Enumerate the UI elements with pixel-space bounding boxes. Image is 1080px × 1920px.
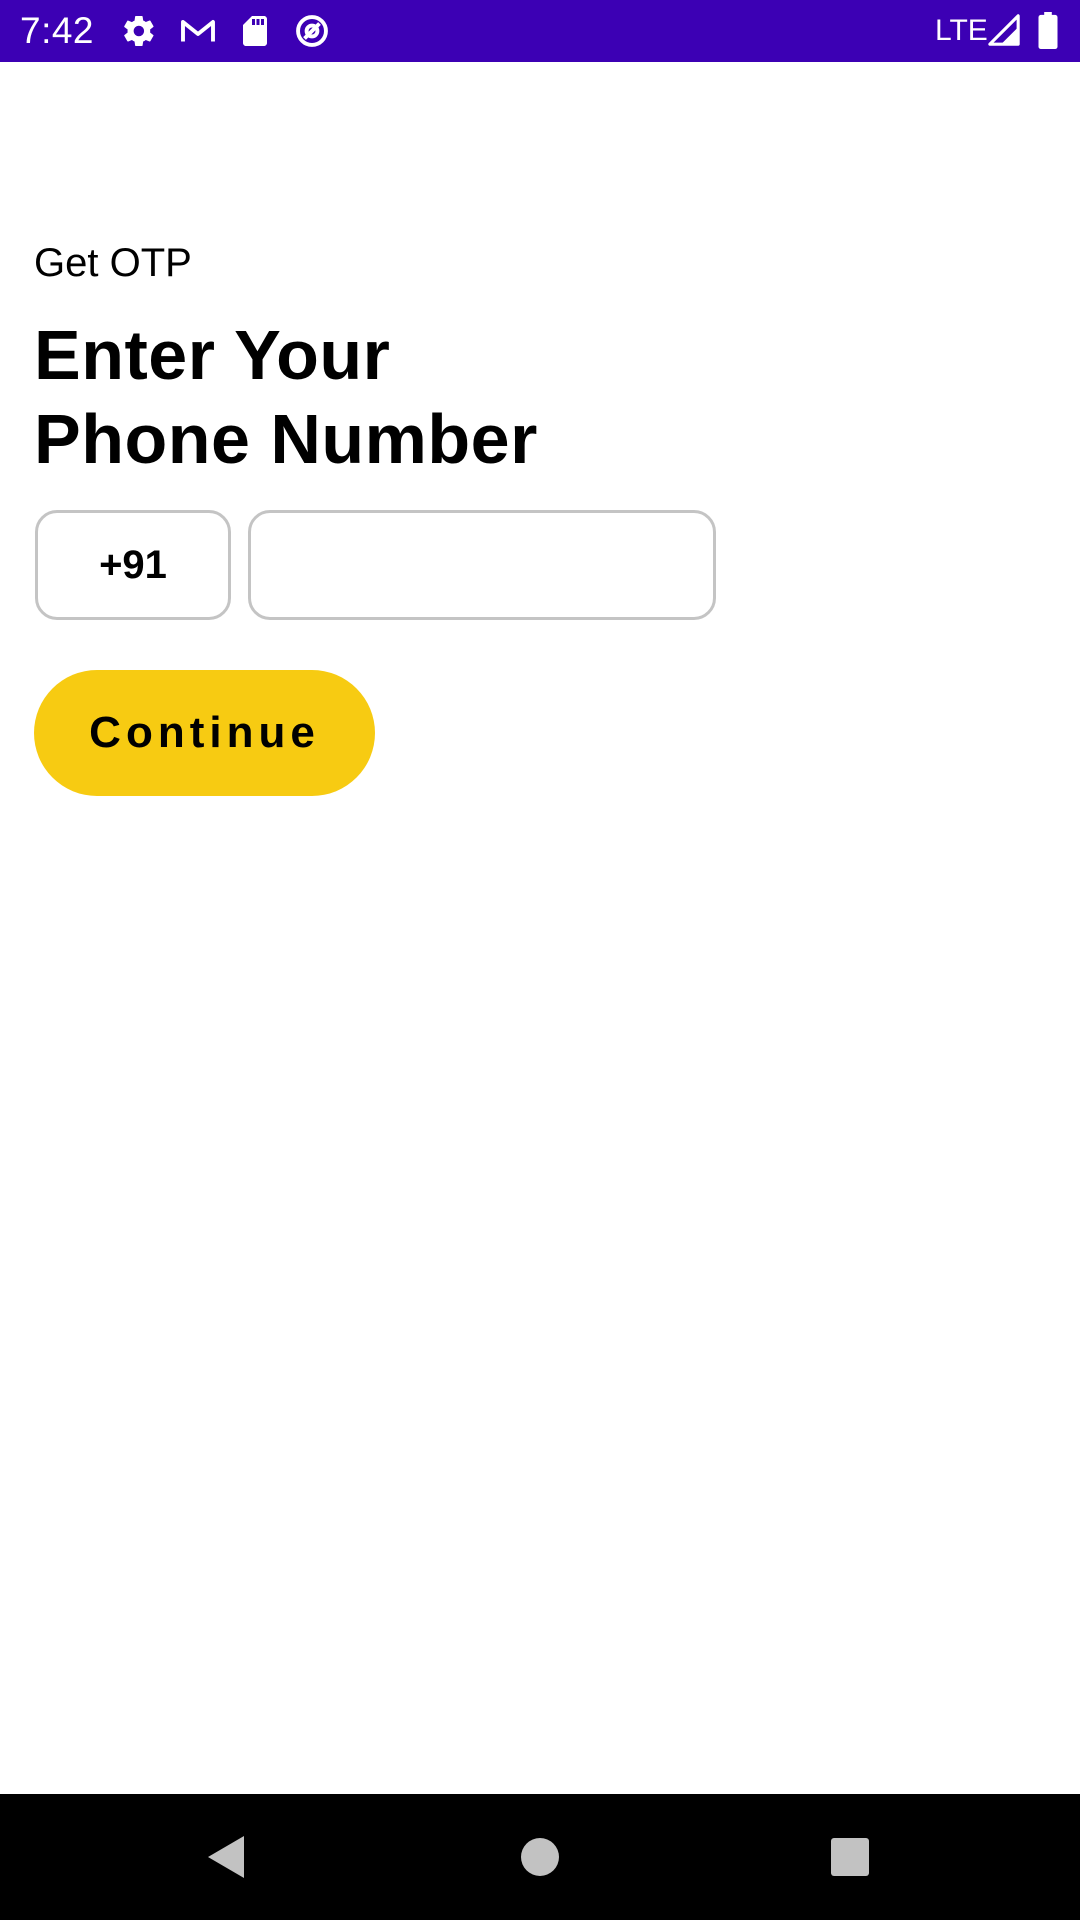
phone-number-input[interactable] xyxy=(248,510,716,620)
recents-icon[interactable] xyxy=(790,1814,910,1900)
network-type: LTE xyxy=(935,14,988,47)
signal-icon xyxy=(988,14,1020,46)
gmail-icon xyxy=(181,20,215,42)
home-icon[interactable] xyxy=(480,1814,600,1900)
continue-button[interactable]: Continue xyxy=(34,670,375,796)
title-line-1: Enter Your xyxy=(34,316,391,394)
page-title: Enter Your Phone Number xyxy=(34,313,538,481)
gear-icon xyxy=(124,15,154,47)
country-code-selector[interactable]: +91 xyxy=(35,510,231,620)
subtitle: Get OTP xyxy=(34,241,192,285)
status-bar: 7:42 LTE xyxy=(0,0,1080,62)
battery-icon xyxy=(1038,12,1058,50)
sd-card-icon xyxy=(243,16,267,46)
title-line-2: Phone Number xyxy=(34,400,538,478)
navigation-bar xyxy=(0,1794,1080,1920)
status-time: 7:42 xyxy=(20,10,95,51)
at-sign-icon xyxy=(296,15,328,47)
back-icon[interactable] xyxy=(166,1814,286,1900)
